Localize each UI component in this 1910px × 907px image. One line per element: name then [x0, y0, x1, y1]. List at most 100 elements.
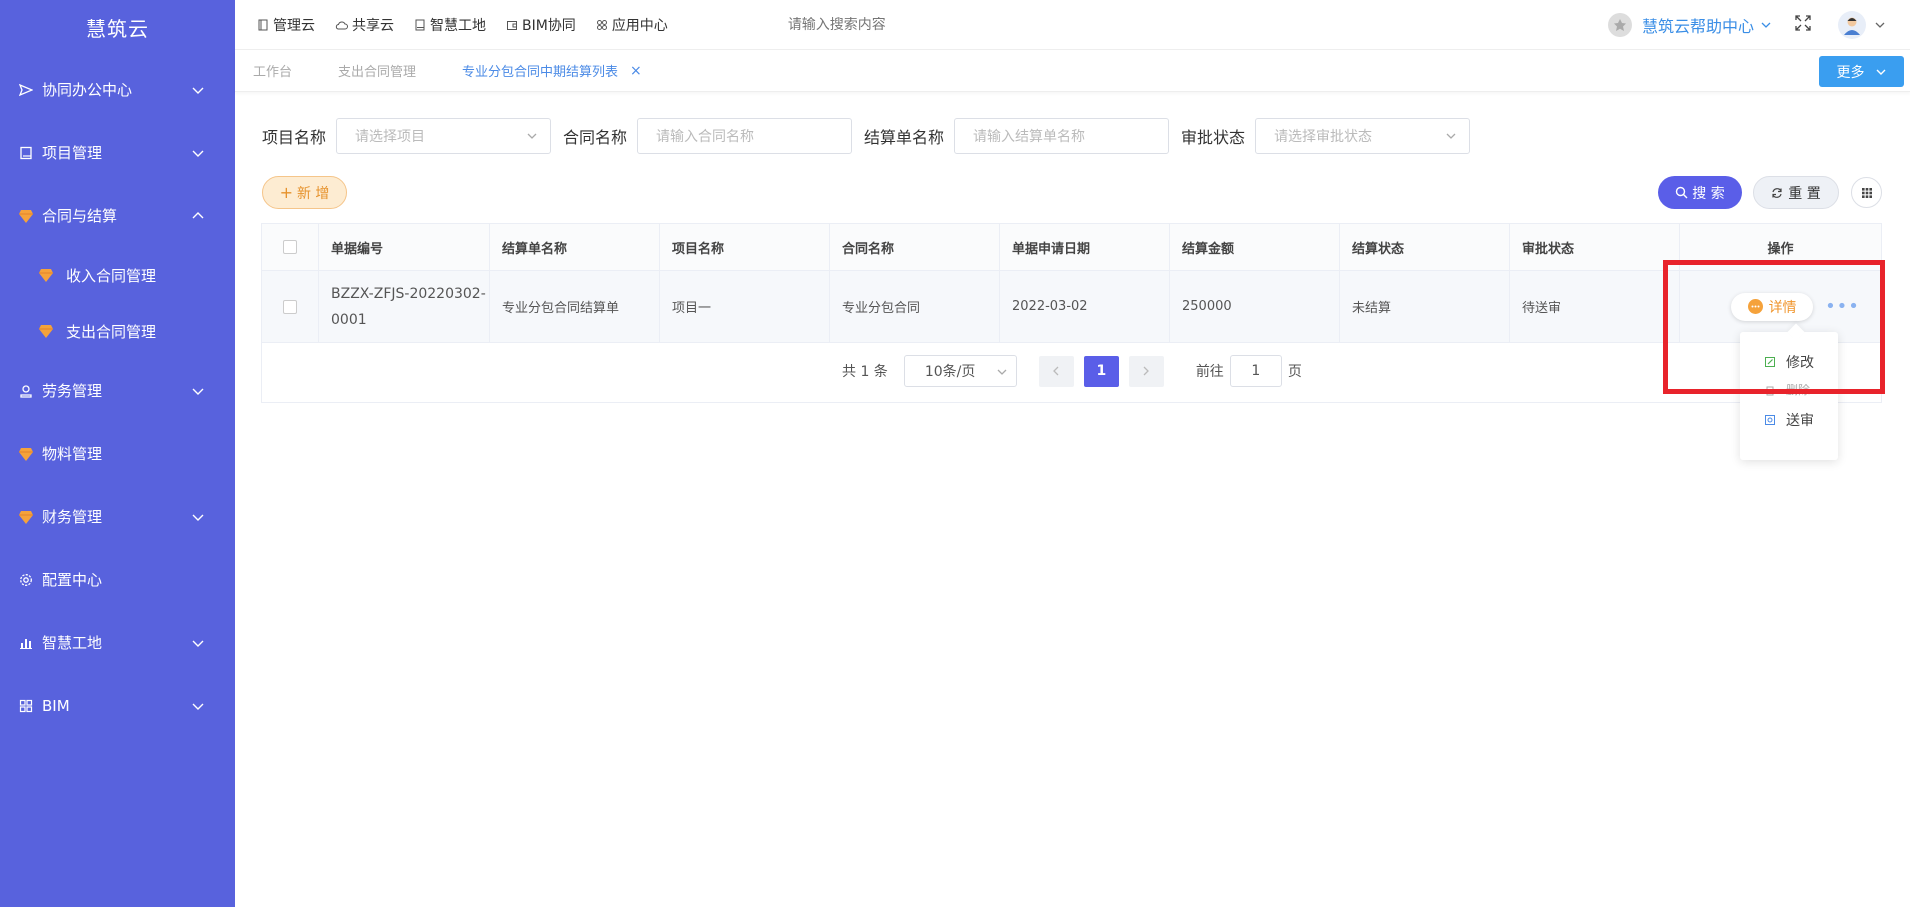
gem-icon: [38, 267, 54, 283]
next-page-button[interactable]: [1128, 355, 1164, 387]
more-button[interactable]: 更多: [1819, 56, 1904, 87]
column-settings-button[interactable]: [1851, 177, 1882, 208]
column-header: 结算金额: [1170, 224, 1340, 270]
top-link-bim[interactable]: BIM协同: [506, 15, 576, 35]
top-link-app-center[interactable]: 应用中心: [596, 15, 668, 35]
approval-filter-label: 审批状态: [1181, 128, 1246, 147]
bar-chart-icon: [18, 635, 34, 651]
top-link-label: 共享云: [352, 17, 394, 34]
search-button[interactable]: 搜 索: [1658, 176, 1742, 209]
sidebar-item-contract[interactable]: 合同与结算: [0, 184, 235, 247]
app-logo: 慧筑云: [86, 17, 149, 41]
sidebar-item-income-contract[interactable]: 收入合同管理: [0, 247, 235, 303]
sidebar-item-office[interactable]: 协同办公中心: [0, 58, 235, 121]
pagination: 共 1 条 10条/页 1 前往 页: [842, 355, 1302, 387]
approval-status-cell: 待送审: [1510, 271, 1680, 342]
sidebar: 慧筑云 协同办公中心 项目管理 合同与结算 收入合同管理 支出合同管理 劳务管理…: [0, 0, 235, 907]
contract-cell: 专业分包合同: [830, 271, 1000, 342]
help-center-label: 慧筑云帮助中心: [1641, 17, 1754, 36]
sidebar-item-smart-site[interactable]: 智慧工地: [0, 611, 235, 674]
chevron-down-icon: [191, 146, 205, 160]
chevron-down-icon: [1875, 22, 1885, 28]
gem-icon: [38, 323, 54, 339]
table-row[interactable]: BZZX-ZFJS-20220302- 0001 专业分包合同结算单 项目一 专…: [262, 271, 1881, 343]
menu-item-edit[interactable]: 修改: [1764, 352, 1814, 372]
page-size-select[interactable]: 10条/页: [903, 355, 1017, 387]
page-number-current[interactable]: 1: [1083, 355, 1119, 387]
settle-name-cell: 专业分包合同结算单: [490, 271, 660, 342]
close-icon[interactable]: ×: [630, 63, 642, 79]
send-review-icon: [1764, 414, 1776, 426]
page-size-value: 10条/页: [924, 364, 976, 380]
top-link-label: 管理云: [273, 17, 315, 34]
row-select-cell: [262, 271, 319, 342]
menu-item-label: 修改: [1786, 355, 1814, 371]
sidebar-item-project[interactable]: 项目管理: [0, 121, 235, 184]
select-all-checkbox[interactable]: [283, 240, 297, 254]
amount-cell: 250000: [1170, 271, 1340, 342]
top-link-manage-cloud[interactable]: 管理云: [257, 15, 315, 35]
column-header: 项目名称: [660, 224, 830, 270]
sidebar-item-label: 合同与结算: [42, 207, 118, 225]
refresh-icon: [1772, 187, 1782, 198]
gem-icon: [18, 208, 34, 224]
plus-icon: +: [279, 183, 293, 202]
settle-name-input[interactable]: 请输入结算单名称: [954, 118, 1170, 154]
top-link-label: 智慧工地: [430, 17, 486, 34]
send-icon: [18, 82, 34, 98]
sidebar-item-material[interactable]: 物料管理: [0, 422, 235, 485]
approval-status-placeholder: 请选择审批状态: [1274, 129, 1373, 145]
goto-page-input[interactable]: [1229, 355, 1282, 387]
menu-item-delete[interactable]: 删除: [1764, 384, 1810, 396]
more-button-label: 更多: [1836, 64, 1865, 81]
book-icon: [415, 19, 425, 30]
sidebar-item-label: 劳务管理: [42, 382, 103, 400]
detail-button[interactable]: 详情: [1731, 292, 1814, 321]
add-button[interactable]: + 新 增: [262, 176, 347, 209]
reset-button[interactable]: 重 置: [1753, 176, 1839, 209]
cloud-icon: [335, 21, 348, 29]
tab-label: 支出合同管理: [338, 65, 417, 80]
worker-icon: [18, 383, 34, 399]
sidebar-item-config[interactable]: 配置中心: [0, 548, 235, 611]
project-select[interactable]: 请选择项目: [336, 118, 552, 154]
chevron-down-icon: [1876, 69, 1885, 75]
help-logo-icon: [1607, 13, 1632, 37]
sidebar-item-labor[interactable]: 劳务管理: [0, 359, 235, 422]
tab-expense-contract[interactable]: 支出合同管理: [338, 61, 416, 80]
tab-subcontract-settlement[interactable]: 专业分包合同中期结算列表 ×: [462, 61, 642, 81]
help-center-link[interactable]: 慧筑云帮助中心: [1607, 13, 1772, 37]
top-link-smart-site[interactable]: 智慧工地: [414, 15, 486, 35]
chevron-right-icon: [1143, 366, 1150, 376]
chevron-down-icon: [191, 83, 205, 97]
global-search-input[interactable]: [787, 16, 988, 33]
tab-workbench[interactable]: 工作台: [253, 61, 292, 80]
top-right: 慧筑云帮助中心: [1607, 0, 1910, 50]
top-link-share-cloud[interactable]: 共享云: [335, 15, 394, 35]
grid-icon: [18, 698, 34, 714]
sidebar-item-bim[interactable]: BIM: [0, 674, 235, 737]
gem-icon: [18, 446, 34, 462]
contract-name-placeholder: 请输入合同名称: [656, 129, 755, 145]
edit-icon: [1764, 356, 1776, 368]
contract-name-input[interactable]: 请输入合同名称: [637, 118, 853, 154]
more-circle-icon: [1747, 299, 1763, 314]
wallet-icon: [507, 20, 517, 30]
user-avatar[interactable]: [1838, 11, 1866, 39]
fullscreen-icon[interactable]: [1794, 14, 1812, 36]
menu-item-send-review[interactable]: 送审: [1764, 410, 1814, 430]
sidebar-item-finance[interactable]: 财务管理: [0, 485, 235, 548]
apps-icon: [596, 19, 607, 30]
approval-status-select[interactable]: 请选择审批状态: [1255, 118, 1471, 154]
sidebar-item-label: 智慧工地: [42, 634, 103, 652]
prev-page-button[interactable]: [1038, 355, 1074, 387]
chevron-down-icon: [191, 510, 205, 524]
sidebar-item-expense-contract[interactable]: 支出合同管理: [0, 303, 235, 359]
sidebar-item-label: 支出合同管理: [66, 322, 157, 341]
select-all-cell: [262, 224, 319, 270]
column-header: 结算状态: [1340, 224, 1510, 270]
row-checkbox[interactable]: [283, 299, 297, 314]
more-actions-button[interactable]: •••: [1825, 296, 1860, 317]
column-header: 单据申请日期: [1000, 224, 1170, 270]
sidebar-item-label: 协同办公中心: [42, 81, 133, 99]
